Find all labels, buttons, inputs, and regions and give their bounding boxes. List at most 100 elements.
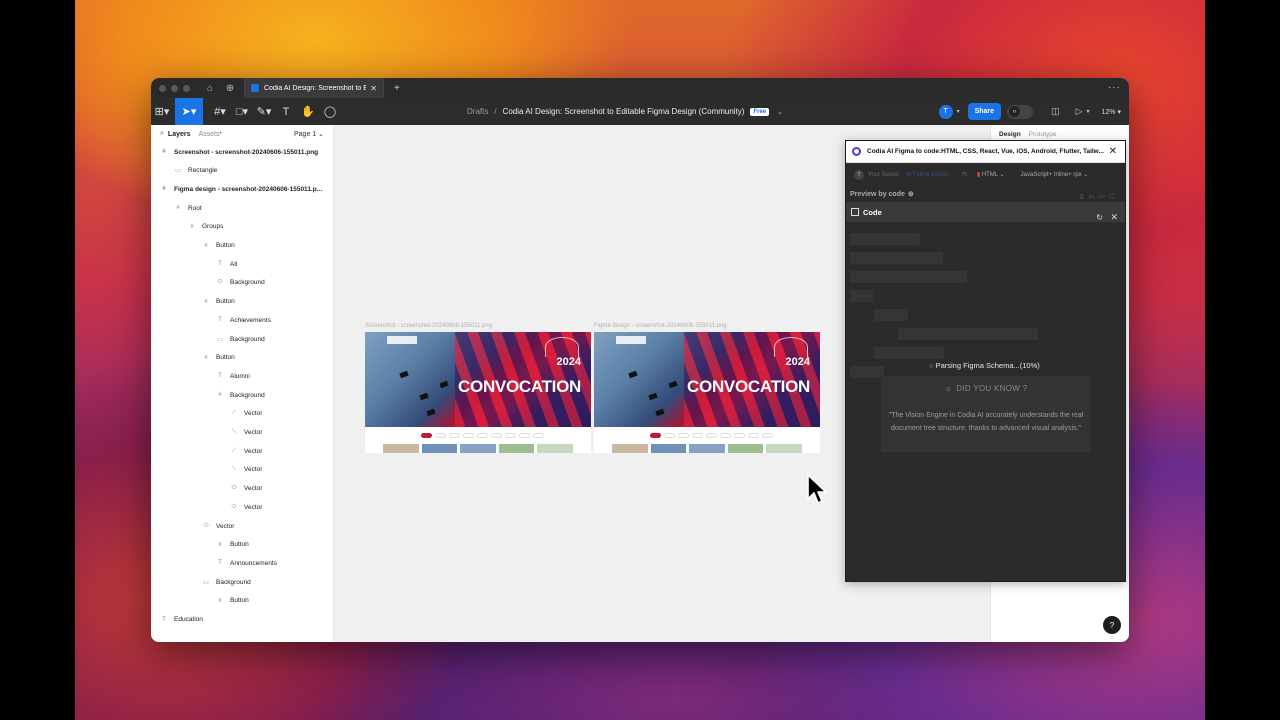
text-tool-icon[interactable]: T [275, 98, 297, 125]
file-name[interactable]: Codia AI Design: Screenshot to Editable … [503, 107, 745, 116]
close-tab-icon[interactable]: ✕ [370, 84, 377, 93]
code-label: Code [863, 207, 882, 217]
more-icon[interactable]: ··· [1108, 82, 1121, 93]
page-selector[interactable]: Page 1 ⌄ [294, 130, 324, 138]
comment-tool-icon[interactable]: ◯ [319, 98, 341, 125]
layer-item[interactable]: T Achievements [151, 311, 333, 329]
image-row [383, 444, 573, 453]
lock-icon[interactable]: ⊓ [962, 171, 967, 178]
new-tab-button[interactable]: + [394, 83, 400, 94]
device-preview-icons[interactable]: ▯▭▭⛶ [1080, 193, 1119, 201]
move-tool-icon[interactable]: ➤▾ [175, 98, 203, 125]
globe-icon[interactable]: ⊕ [220, 83, 240, 94]
plugin-title-bar: Codia AI Figma to code:HTML, CSS, React,… [846, 141, 1125, 163]
hand-tool-icon[interactable]: ✋ [297, 98, 319, 125]
help-button[interactable]: ? [1103, 616, 1121, 634]
layer-item[interactable]: ⬭ Vector [151, 498, 333, 516]
main-menu-icon[interactable]: ⊞▾ [151, 98, 173, 125]
layer-item[interactable]: T Announcements [151, 554, 333, 572]
close-code-icon[interactable]: ✕ [1110, 212, 1118, 223]
dev-mode-toggle[interactable]: ‹› [1007, 104, 1034, 119]
layer-label: Groups [202, 223, 224, 231]
banner-year: 2024 [785, 356, 810, 368]
grad-cap-icon [628, 370, 638, 379]
present-icon[interactable]: ▷ [1076, 106, 1083, 117]
framework-select[interactable]: ▮ HTML ⌄ [977, 171, 1005, 178]
close-window-button[interactable] [159, 84, 166, 92]
chevron-down-icon[interactable]: ▾ [957, 108, 960, 115]
selection-chip[interactable]: ⊞ Figma design [906, 171, 954, 178]
frame-label[interactable]: Figma design - screenshot-20240606-15501… [594, 323, 727, 329]
tab-prototype[interactable]: Prototype [1029, 131, 1057, 138]
layer-label: Alumni [230, 372, 250, 380]
language-select[interactable]: JavaScript+ Inline+ rpx ⌄ [1021, 171, 1089, 178]
layer-item[interactable]: # Groups [151, 218, 333, 236]
share-button[interactable]: Share [967, 103, 1002, 120]
layer-item[interactable]: ⬭ Vector [151, 480, 333, 498]
breadcrumb-drafts[interactable]: Drafts [467, 107, 488, 116]
layer-type-icon: ▭ [203, 579, 209, 586]
layer-item[interactable]: ⟋ Vector [151, 442, 333, 460]
layer-item[interactable]: # Button [151, 293, 333, 311]
chevron-down-icon[interactable]: ⌄ [777, 108, 783, 116]
layer-item[interactable]: # Button [151, 349, 333, 367]
layer-label: Background [216, 578, 251, 586]
layer-item[interactable]: # Button [151, 592, 333, 610]
tab-assets[interactable]: Assets• [199, 131, 222, 138]
frame-label[interactable]: Screenshot - screenshot-20240606-155011.… [365, 323, 492, 329]
layer-item[interactable]: ▭ Rectangle [151, 162, 333, 180]
globe-icon[interactable]: ⊕ [908, 190, 914, 198]
layer-label: Rectangle [188, 167, 218, 175]
layer-item[interactable]: ⟍ Vector [151, 424, 333, 442]
library-icon[interactable]: ◫ [1051, 106, 1060, 117]
did-you-know-text: "The Vision Engine in Codia AI accuratel… [888, 412, 1084, 432]
layer-item[interactable]: # Screenshot - screenshot-20240606-155011… [151, 143, 333, 161]
home-icon[interactable]: ⌂ [200, 83, 220, 94]
avatar[interactable]: T [938, 104, 953, 119]
layer-item[interactable]: ⟍ Vector [151, 461, 333, 479]
layer-item[interactable]: # Button [151, 237, 333, 255]
search-icon[interactable]: ⌕ [160, 130, 164, 138]
frame-tool-icon[interactable]: #▾ [209, 98, 231, 125]
free-badge: Free [750, 107, 770, 116]
screenshot-frame[interactable]: 2024 CONVOCATION [365, 332, 591, 453]
tab-layers[interactable]: Layers [168, 131, 191, 138]
tab-design[interactable]: Design [999, 131, 1021, 138]
layer-label: Screenshot - screenshot-20240606-155011.… [174, 148, 319, 156]
layer-type-icon: T [218, 317, 222, 324]
figma-design-frame[interactable]: 2024 CONVOCATION [594, 332, 820, 453]
layer-item[interactable]: T Education [151, 611, 333, 629]
tab-file[interactable]: Codia AI Design: Screenshot to Edi ✕ [244, 78, 384, 98]
refresh-icon[interactable]: ↻ [1096, 213, 1103, 222]
close-icon[interactable]: ✕ [1109, 146, 1117, 157]
layer-item[interactable]: # Root [151, 199, 333, 217]
layer-item[interactable]: ⬭ Vector [151, 517, 333, 535]
skeleton-line [850, 233, 920, 245]
sidebar-toggle-icon[interactable] [851, 208, 859, 216]
banner-title: CONVOCATION [687, 377, 810, 396]
layer-item[interactable]: ▭ Background [151, 330, 333, 348]
layer-type-icon: # [162, 149, 166, 155]
zoom-level[interactable]: 12% ▾ [1102, 108, 1121, 116]
layer-type-icon: ⟋ [231, 410, 237, 417]
layer-item[interactable]: ⬭ Background [151, 274, 333, 292]
layer-label: Vector [216, 522, 235, 530]
layer-item[interactable]: ▭ Background [151, 573, 333, 591]
skeleton-line [874, 347, 944, 359]
maximize-window-button[interactable] [183, 84, 190, 92]
layer-item[interactable]: ⟋ Vector [151, 405, 333, 423]
did-you-know-header: ☼ DID YOU KNOW ? [881, 384, 1091, 393]
minimize-window-button[interactable] [171, 84, 178, 92]
shape-tool-icon[interactable]: □▾ [231, 98, 253, 125]
zoom-value: 12% [1101, 108, 1116, 116]
banner-title: CONVOCATION [458, 377, 581, 396]
layer-item[interactable]: # Figma design - screenshot-20240606-1550… [151, 180, 333, 198]
layer-item[interactable]: # Background [151, 386, 333, 404]
chevron-down-icon[interactable]: ▾ [1087, 108, 1090, 115]
layer-label: Vector [244, 410, 263, 418]
pen-tool-icon[interactable]: ✎▾ [253, 98, 275, 125]
layer-item[interactable]: T Alumni [151, 367, 333, 385]
grad-cap-icon [419, 392, 429, 401]
layer-item[interactable]: # Button [151, 536, 333, 554]
layer-item[interactable]: T All [151, 255, 333, 273]
